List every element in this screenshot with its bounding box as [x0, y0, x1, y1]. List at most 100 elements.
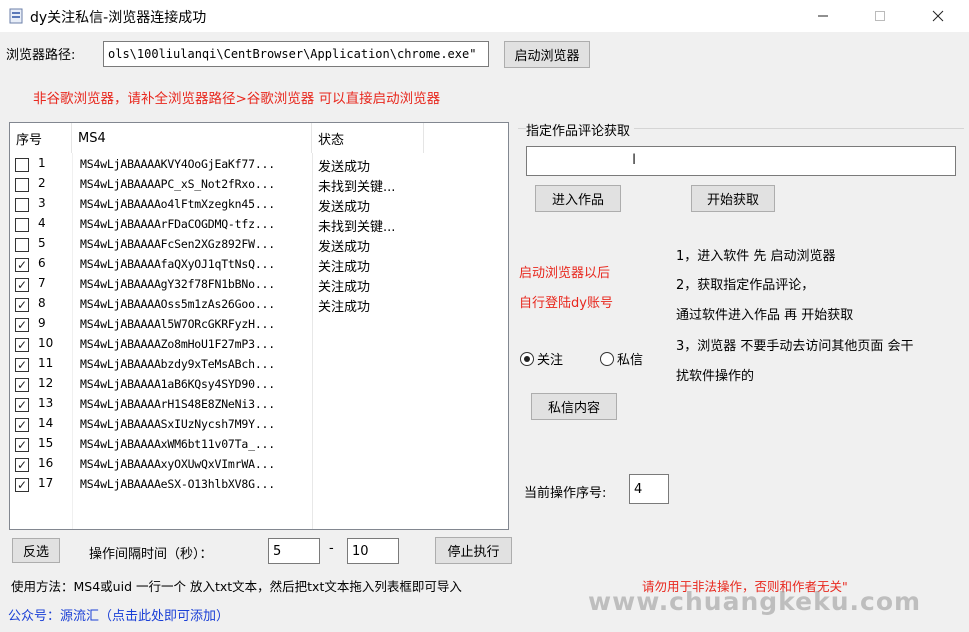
- table-row[interactable]: ✓ 17 MS4wLjABAAAAeSX-O13hlbXV8G...: [10, 475, 508, 495]
- row-index: 12: [38, 376, 54, 390]
- table-row[interactable]: 4 MS4wLjABAAAArFDaCOGDMQ-tfz... 未找到关键...: [10, 215, 508, 235]
- row-checkbox[interactable]: ✓: [15, 338, 29, 352]
- table-row[interactable]: ✓ 7 MS4wLjABAAAAgY32f78FN1bBNo... 关注成功: [10, 275, 508, 295]
- row-checkbox[interactable]: [15, 238, 29, 252]
- row-checkbox[interactable]: ✓: [15, 378, 29, 392]
- row-index: 4: [38, 216, 46, 230]
- row-checkbox[interactable]: [15, 198, 29, 212]
- row-ms4: MS4wLjABAAAAFcSen2XGz892FW...: [80, 237, 275, 251]
- window-title: dy关注私信-浏览器连接成功: [30, 10, 207, 26]
- row-index: 15: [38, 436, 54, 450]
- row-ms4: MS4wLjABAAAAKVY4OoGjEaKf77...: [80, 157, 275, 171]
- dm-content-button[interactable]: 私信内容: [531, 393, 617, 420]
- table-row[interactable]: ✓ 14 MS4wLjABAAAASxIUzNycsh7M9Y...: [10, 415, 508, 435]
- table-row[interactable]: 1 MS4wLjABAAAAKVY4OoGjEaKf77... 发送成功: [10, 155, 508, 175]
- interval-min-input[interactable]: 5: [268, 538, 320, 564]
- row-index: 14: [38, 416, 54, 430]
- row-ms4: MS4wLjABAAAAgY32f78FN1bBNo...: [80, 277, 275, 291]
- row-checkbox[interactable]: [15, 158, 29, 172]
- close-icon: [932, 10, 944, 22]
- column-header-status[interactable]: 状态: [312, 123, 424, 153]
- row-status: 发送成功: [318, 240, 371, 255]
- row-checkbox[interactable]: ✓: [15, 298, 29, 312]
- instruction-line: 通过软件进入作品 再 开始获取: [676, 308, 854, 323]
- table-row[interactable]: ✓ 11 MS4wLjABAAAAbzdy9xTeMsABch...: [10, 355, 508, 375]
- row-status: 发送成功: [318, 160, 371, 175]
- usage-text: 使用方法：MS4或uid 一行一个 放入txt文本，然后把txt文本拖入列表框即…: [11, 579, 462, 594]
- row-ms4: MS4wLjABAAAAxyOXUwQxVImrWA...: [80, 457, 275, 471]
- table-row[interactable]: ✓ 13 MS4wLjABAAAArH1S48E8ZNeNi3...: [10, 395, 508, 415]
- login-hint-line1: 启动浏览器以后: [519, 266, 611, 281]
- row-ms4: MS4wLjABAAAArH1S48E8ZNeNi3...: [80, 397, 275, 411]
- login-hint-line2: 自行登陆dy账号: [519, 296, 613, 311]
- instruction-line: 2，获取指定作品评论，: [676, 278, 815, 293]
- table-row[interactable]: ✓ 8 MS4wLjABAAAAOss5m1zAs26Goo... 关注成功: [10, 295, 508, 315]
- invert-selection-button[interactable]: 反选: [12, 538, 60, 563]
- row-status: 关注成功: [318, 280, 371, 295]
- row-checkbox[interactable]: ✓: [15, 358, 29, 372]
- table-row[interactable]: ✓ 15 MS4wLjABAAAAxWM6bt11v07Ta_...: [10, 435, 508, 455]
- row-checkbox[interactable]: ✓: [15, 278, 29, 292]
- interval-max-input[interactable]: 10: [347, 538, 399, 564]
- row-checkbox[interactable]: ✓: [15, 258, 29, 272]
- row-status: 发送成功: [318, 200, 371, 215]
- interval-dash: -: [329, 541, 334, 556]
- row-status: 未找到关键...: [318, 220, 396, 235]
- row-index: 8: [38, 296, 46, 310]
- follow-radio[interactable]: 关注: [520, 349, 563, 368]
- row-checkbox[interactable]: ✓: [15, 478, 29, 492]
- instruction-line: 扰软件操作的: [676, 369, 755, 384]
- row-index: 7: [38, 276, 46, 290]
- browser-path-input[interactable]: ols\100liulanqi\CentBrowser\Application\…: [103, 41, 489, 67]
- minimize-icon: [818, 15, 828, 17]
- row-checkbox[interactable]: ✓: [15, 438, 29, 452]
- minimize-button[interactable]: [800, 0, 846, 32]
- row-checkbox[interactable]: ✓: [15, 418, 29, 432]
- row-index: 2: [38, 176, 46, 190]
- current-index-input[interactable]: 4: [629, 474, 669, 504]
- radio-selected-icon: [520, 351, 534, 366]
- ms4-list[interactable]: 序号 MS4 状态 1 MS4wLjABAAAAKVY4OoGjEaKf77...…: [9, 122, 509, 530]
- row-checkbox[interactable]: ✓: [15, 398, 29, 412]
- text-cursor-icon: I: [632, 152, 637, 168]
- close-button[interactable]: [915, 0, 961, 32]
- row-ms4: MS4wLjABAAAAxWM6bt11v07Ta_...: [80, 437, 275, 451]
- column-header-index[interactable]: 序号: [10, 123, 72, 153]
- row-checkbox[interactable]: ✓: [15, 318, 29, 332]
- row-index: 5: [38, 236, 46, 250]
- enter-work-button[interactable]: 进入作品: [535, 185, 621, 212]
- row-ms4: MS4wLjABAAAAl5W7ORcGKRFyzH...: [80, 317, 275, 331]
- interval-label: 操作间隔时间（秒）：: [89, 547, 213, 562]
- table-row[interactable]: 3 MS4wLjABAAAAo4lFtmXzegkn45... 发送成功: [10, 195, 508, 215]
- maximize-icon: [875, 11, 885, 21]
- app-icon: [8, 8, 24, 24]
- table-row[interactable]: ✓ 6 MS4wLjABAAAAfaQXyOJ1qTtNsQ... 关注成功: [10, 255, 508, 275]
- row-checkbox[interactable]: [15, 178, 29, 192]
- maximize-button[interactable]: [857, 0, 903, 32]
- launch-browser-button[interactable]: 启动浏览器: [504, 41, 590, 68]
- column-header-ms4[interactable]: MS4: [72, 123, 312, 153]
- row-index: 3: [38, 196, 46, 210]
- row-ms4: MS4wLjABAAAArFDaCOGDMQ-tfz...: [80, 217, 275, 231]
- table-row[interactable]: ✓ 9 MS4wLjABAAAAl5W7ORcGKRFyzH...: [10, 315, 508, 335]
- row-index: 16: [38, 456, 54, 470]
- public-account-link[interactable]: 公众号：源流汇（点击此处即可添加）: [8, 605, 229, 624]
- table-row[interactable]: 5 MS4wLjABAAAAFcSen2XGz892FW... 发送成功: [10, 235, 508, 255]
- table-row[interactable]: ✓ 12 MS4wLjABAAAA1aB6KQsy4SYD90...: [10, 375, 508, 395]
- message-radio[interactable]: 私信: [600, 349, 643, 368]
- start-fetch-button[interactable]: 开始获取: [691, 185, 775, 212]
- work-url-input[interactable]: I: [526, 146, 956, 176]
- row-ms4: MS4wLjABAAAAfaQXyOJ1qTtNsQ...: [80, 257, 275, 271]
- table-row[interactable]: ✓ 16 MS4wLjABAAAAxyOXUwQxVImrWA...: [10, 455, 508, 475]
- table-row[interactable]: 2 MS4wLjABAAAAPC_xS_Not2fRxo... 未找到关键...: [10, 175, 508, 195]
- instruction-line: 3，浏览器 不要手动去访问其他页面 会干: [676, 339, 914, 354]
- browser-note: 非谷歌浏览器，请补全浏览器路径>谷歌浏览器 可以直接启动浏览器: [33, 91, 441, 107]
- row-checkbox[interactable]: [15, 218, 29, 232]
- row-ms4: MS4wLjABAAAAPC_xS_Not2fRxo...: [80, 177, 275, 191]
- row-checkbox[interactable]: ✓: [15, 458, 29, 472]
- stop-button[interactable]: 停止执行: [435, 537, 512, 564]
- row-ms4: MS4wLjABAAAA1aB6KQsy4SYD90...: [80, 377, 275, 391]
- row-index: 10: [38, 336, 54, 350]
- table-row[interactable]: ✓ 10 MS4wLjABAAAAZo8mHoU1F27mP3...: [10, 335, 508, 355]
- row-ms4: MS4wLjABAAAAOss5m1zAs26Goo...: [80, 297, 275, 311]
